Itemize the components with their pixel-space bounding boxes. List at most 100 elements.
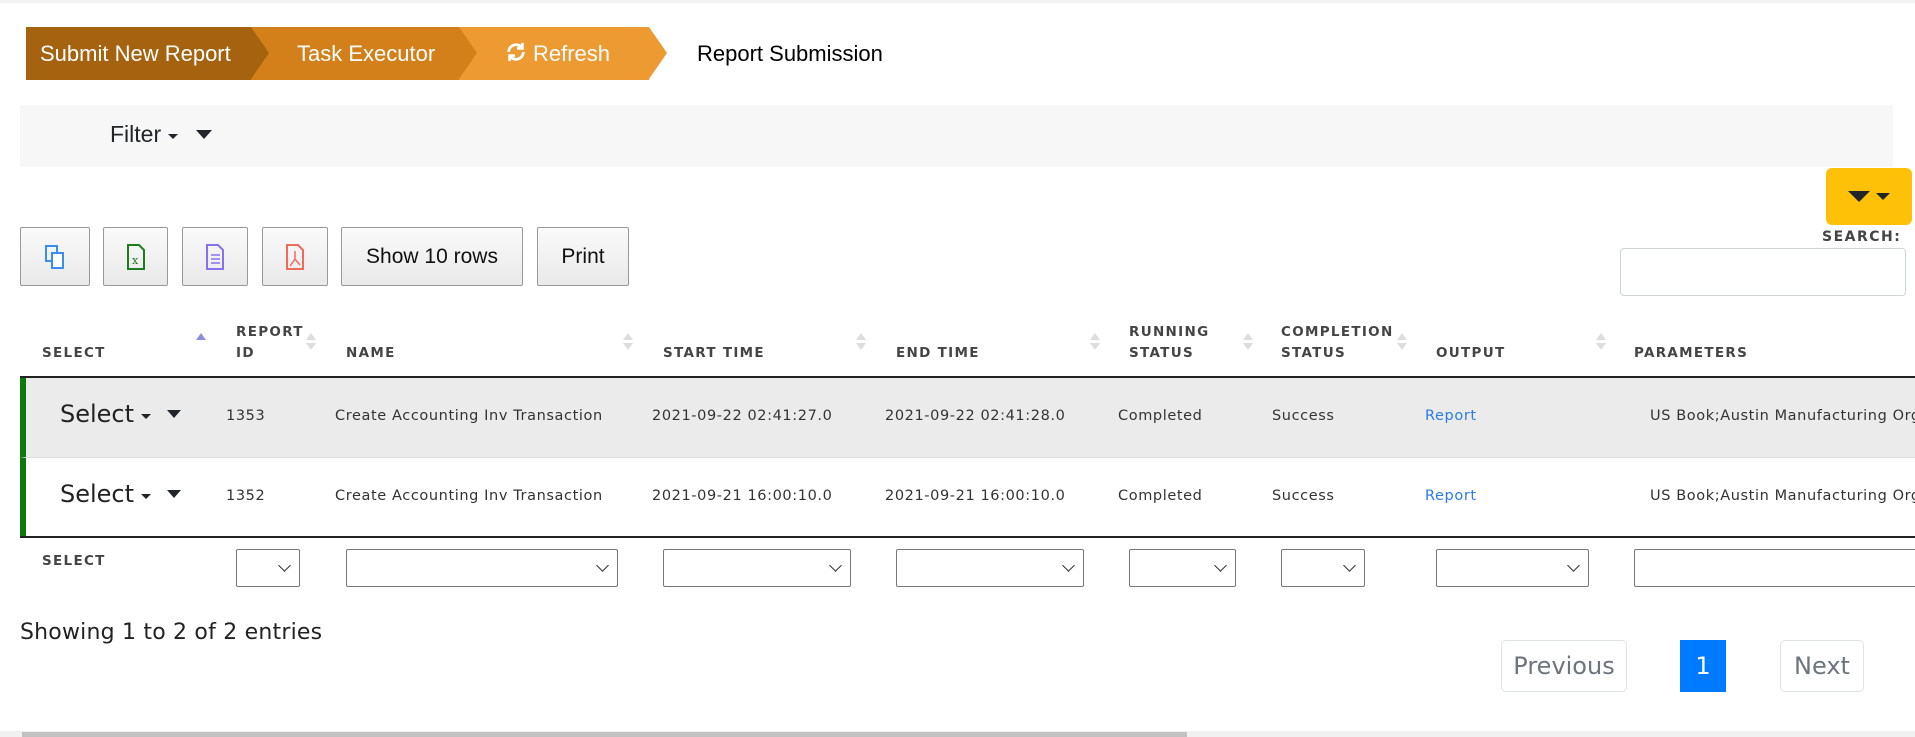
sort-icon[interactable] <box>306 333 316 353</box>
filter-select-start-time[interactable] <box>663 549 851 587</box>
cell-running-status: Completed <box>1118 488 1203 504</box>
sort-icon[interactable] <box>623 333 633 353</box>
cell-report-id: 1352 <box>226 488 266 504</box>
caret-down-icon <box>141 493 152 499</box>
breadcrumb-label: Submit New Report <box>40 40 231 66</box>
svg-text:x: x <box>132 254 139 267</box>
filter-select-output[interactable] <box>1436 549 1589 587</box>
row-select-dropdown[interactable]: Select <box>60 400 182 428</box>
search-input[interactable] <box>1620 248 1906 296</box>
print-button[interactable]: Print <box>537 227 629 286</box>
cell-parameters-wrap: US Book;Austin Manufacturing Org;;n <box>1630 378 1915 458</box>
chevron-down-icon <box>1343 559 1356 572</box>
filter-input-parameters[interactable] <box>1634 549 1915 587</box>
cell-report-id: 1353 <box>226 408 266 424</box>
table-row: Select 1352 Create Accounting Inv Transa… <box>20 458 1915 538</box>
report-link[interactable]: Report <box>1425 408 1477 424</box>
chevron-down-icon <box>829 559 842 572</box>
table-info: Showing 1 to 2 of 2 entries <box>20 620 323 645</box>
search-label: SEARCH: <box>1822 229 1902 245</box>
pdf-button[interactable] <box>262 227 328 286</box>
sort-asc-icon[interactable] <box>196 333 206 353</box>
sort-icon[interactable] <box>1397 333 1407 353</box>
caret-down-icon <box>196 130 213 139</box>
breadcrumb: Submit New Report Task Executor Refresh … <box>26 27 883 80</box>
report-link[interactable]: Report <box>1425 488 1477 504</box>
cell-completion-status: Success <box>1272 488 1335 504</box>
filter-select-report-id[interactable] <box>236 549 300 587</box>
cell-parameters: US Book;Austin Manufacturing Org;;n <box>1650 488 1915 504</box>
caret-down-icon <box>141 413 152 419</box>
filter-dropdown[interactable]: Filter <box>110 121 213 148</box>
sort-icon[interactable] <box>1090 333 1100 353</box>
breadcrumb-label: Refresh <box>533 40 611 66</box>
chevron-down-icon <box>1062 559 1075 572</box>
footer-select-label: SELECT <box>42 553 106 569</box>
chevron-down-icon <box>1214 559 1227 572</box>
top-border <box>0 0 1915 3</box>
scrollbar-thumb[interactable] <box>22 732 1187 737</box>
csv-button[interactable] <box>182 227 248 286</box>
pagination-page-1[interactable]: 1 <box>1680 640 1726 692</box>
column-header-running-status[interactable]: RUNNING STATUS <box>1129 322 1209 364</box>
excel-button[interactable]: x <box>103 227 168 286</box>
caret-down-icon <box>1876 193 1890 200</box>
chevron-down-icon <box>1567 559 1580 572</box>
show-rows-label: Show 10 rows <box>366 244 498 268</box>
pagination-previous[interactable]: Previous <box>1501 640 1627 692</box>
refresh-icon <box>505 41 527 67</box>
filter-label: Filter <box>110 121 162 147</box>
breadcrumb-current: Report Submission <box>649 27 883 80</box>
cell-running-status: Completed <box>1118 408 1203 424</box>
sort-icon[interactable] <box>1596 333 1606 353</box>
show-rows-button[interactable]: Show 10 rows <box>341 227 523 286</box>
row-select-dropdown[interactable]: Select <box>60 480 182 508</box>
pagination-next[interactable]: Next <box>1780 640 1864 692</box>
breadcrumb-label: Task Executor <box>297 40 436 66</box>
column-header-output[interactable]: OUTPUT <box>1436 343 1506 364</box>
filter-select-end-time[interactable] <box>896 549 1084 587</box>
sort-icon[interactable] <box>1243 333 1253 353</box>
column-header-end-time[interactable]: END TIME <box>896 343 980 364</box>
column-header-name[interactable]: NAME <box>346 343 396 364</box>
select-label: Select <box>60 480 135 508</box>
csv-icon <box>206 243 224 270</box>
filter-select-completion-status[interactable] <box>1281 549 1365 587</box>
cell-end-time: 2021-09-21 16:00:10.0 <box>885 488 1066 504</box>
column-header-select[interactable]: SELECT <box>42 343 106 364</box>
cell-parameters-wrap: US Book;Austin Manufacturing Org;;n <box>1630 458 1915 538</box>
cell-start-time: 2021-09-22 02:41:27.0 <box>652 408 833 424</box>
sort-icon[interactable] <box>856 333 866 353</box>
column-header-completion-status[interactable]: COMPLETION STATUS <box>1281 322 1394 364</box>
table-row: Select 1353 Create Accounting Inv Transa… <box>20 378 1915 458</box>
breadcrumb-submit-new-report[interactable]: Submit New Report <box>26 27 269 80</box>
copy-icon <box>45 244 64 269</box>
chevron-down-icon <box>278 559 291 572</box>
refresh-button[interactable]: Refresh <box>459 27 667 80</box>
breadcrumb-task-executor[interactable]: Task Executor <box>251 27 477 80</box>
pdf-icon <box>286 243 304 270</box>
print-label: Print <box>561 244 605 268</box>
select-label: Select <box>60 400 135 428</box>
caret-down-icon <box>168 134 179 139</box>
column-header-parameters[interactable]: PARAMETERS <box>1634 343 1748 364</box>
cell-parameters: US Book;Austin Manufacturing Org;;n <box>1650 408 1915 424</box>
table-footer-divider <box>20 536 1915 538</box>
chevron-down-icon <box>596 559 609 572</box>
cell-name: Create Accounting Inv Transaction <box>335 408 603 424</box>
column-header-start-time[interactable]: START TIME <box>663 343 765 364</box>
filter-select-running-status[interactable] <box>1129 549 1236 587</box>
cell-completion-status: Success <box>1272 408 1335 424</box>
filter-bar: Filter <box>20 105 1893 167</box>
page-title: Report Submission <box>697 40 883 66</box>
cell-end-time: 2021-09-22 02:41:28.0 <box>885 408 1066 424</box>
horizontal-scrollbar[interactable] <box>0 731 1915 737</box>
caret-down-icon <box>167 490 182 498</box>
column-visibility-button[interactable] <box>1826 168 1912 225</box>
copy-button[interactable] <box>20 227 90 286</box>
column-header-report-id[interactable]: REPORT ID <box>236 322 304 364</box>
filter-select-name[interactable] <box>346 549 618 587</box>
excel-icon: x <box>126 243 145 270</box>
cell-name: Create Accounting Inv Transaction <box>335 488 603 504</box>
caret-down-icon <box>167 410 182 418</box>
